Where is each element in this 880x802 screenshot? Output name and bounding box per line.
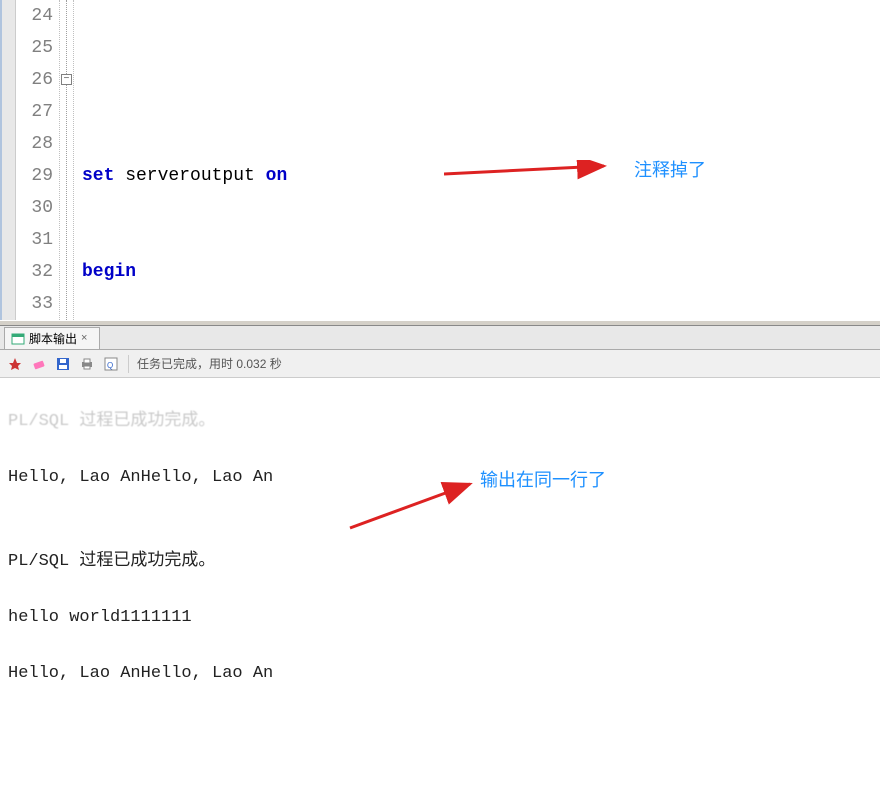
output-body[interactable]: PL/SQL 过程已成功完成。 Hello, Lao AnHello, Lao … [0,378,880,802]
code-line[interactable]: begin [78,256,880,288]
code-editor[interactable]: 24 25 26 27 28 29 30 31 32 33 − set serv… [0,0,880,320]
output-tabbar: 脚本输出 × [0,326,880,350]
line-number: 33 [16,288,53,320]
output-toolbar: Q 任务已完成，用时 0.032 秒 [0,350,880,378]
close-icon[interactable]: × [81,333,93,345]
line-number: 29 [16,160,53,192]
line-number-gutter: 24 25 26 27 28 29 30 31 32 33 [16,0,60,320]
code-area[interactable]: set serveroutput on begin dbms_output.pu… [74,0,880,320]
output-line: PL/SQL 过程已成功完成。 [8,548,872,576]
editor-scrollbar[interactable] [2,0,16,320]
fold-column[interactable]: − [60,0,74,320]
line-number: 25 [16,32,53,64]
line-number: 27 [16,96,53,128]
eraser-icon[interactable] [30,355,48,373]
code-line[interactable] [78,64,880,96]
status-text: 任务已完成，用时 0.032 秒 [137,355,282,372]
output-line: hello world1111111 [8,604,872,632]
pin-icon[interactable] [6,355,24,373]
line-number: 26 [16,64,53,96]
print-icon[interactable] [78,355,96,373]
separator [128,355,129,373]
line-number: 32 [16,256,53,288]
save-icon[interactable] [54,355,72,373]
annotation-comment: 注释掉了 [634,154,706,186]
run-sql-icon[interactable]: Q [102,355,120,373]
fold-toggle-icon[interactable]: − [61,74,72,85]
line-number: 28 [16,128,53,160]
tab-label: 脚本输出 [29,330,77,347]
line-number: 31 [16,224,53,256]
output-line: Hello, Lao AnHello, Lao An [8,660,872,688]
output-line: PL/SQL 过程已成功完成。 [8,408,872,436]
line-number: 24 [16,0,53,32]
output-line: Hello, Lao AnHello, Lao An [8,464,872,492]
code-line[interactable]: set serveroutput on [78,160,880,192]
tab-script-output[interactable]: 脚本输出 × [4,327,100,349]
script-output-icon [11,332,25,346]
svg-text:Q: Q [107,361,113,370]
annotation-output: 输出在同一行了 [480,466,606,494]
line-number: 30 [16,192,53,224]
